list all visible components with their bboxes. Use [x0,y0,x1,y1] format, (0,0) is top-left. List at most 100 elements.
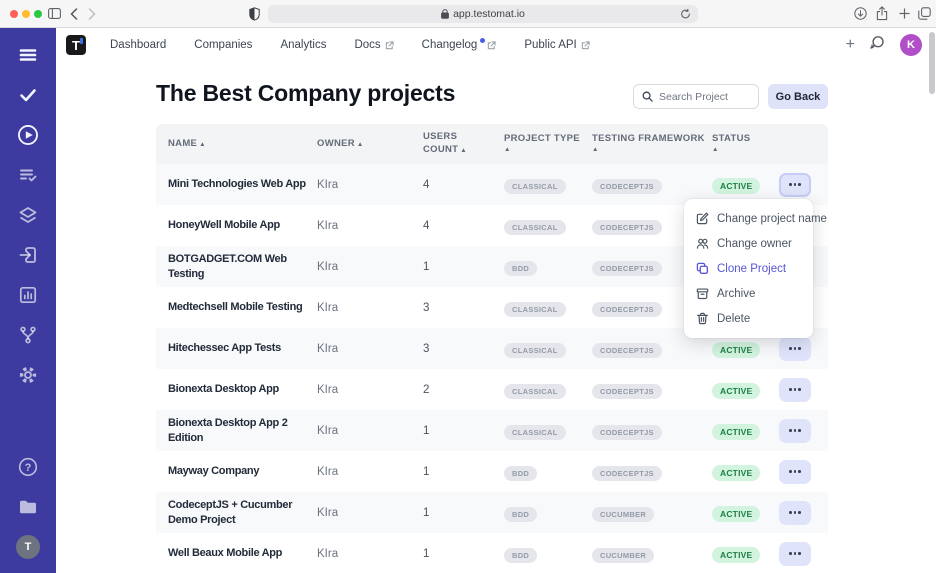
project-type-badge: CLASSICAL [504,179,566,194]
svg-text:?: ? [25,462,32,474]
menu-item-change-owner[interactable]: Change owner [684,231,813,256]
project-name[interactable]: HoneyWell Mobile App [168,218,317,233]
tasks-check-icon[interactable] [16,83,40,107]
copy-icon [696,262,709,275]
import-icon[interactable] [16,243,40,267]
projects-folder-icon[interactable] [16,495,40,519]
row-actions-button[interactable] [779,460,811,484]
status-badge: ACTIVE [712,465,760,481]
nav-dashboard[interactable]: Dashboard [110,39,166,51]
downloads-icon[interactable] [854,7,867,20]
nav-docs[interactable]: Docs [354,39,393,51]
go-back-button[interactable]: Go Back [768,84,828,109]
search-box [633,84,759,109]
project-users-count: 4 [423,220,504,232]
tab-overview-icon[interactable] [918,7,931,20]
menu-item-archive[interactable]: Archive [684,281,813,306]
notification-dot [480,38,485,43]
table-row: Bionexta Desktop App 2 Edition KIra 1 CL… [156,410,828,451]
row-actions-button[interactable] [779,173,811,197]
new-tab-icon[interactable] [899,8,910,19]
row-actions-button[interactable] [779,542,811,566]
column-header-name[interactable]: NAME▲ [168,138,317,151]
status-badge: ACTIVE [712,506,760,522]
analytics-chart-icon[interactable] [16,283,40,307]
testing-framework-badge: CUCUMBER [592,548,654,563]
settings-gear-icon[interactable] [16,363,40,387]
branch-icon[interactable] [16,323,40,347]
project-name[interactable]: Hitechessec App Tests [168,341,317,356]
column-header-users-count[interactable]: USERS COUNT▲ [423,131,473,157]
menu-item-change-project-name[interactable]: Change project name [684,206,813,231]
privacy-shield-icon[interactable] [249,7,260,21]
test-plan-icon[interactable] [16,163,40,187]
sort-asc-icon: ▲ [712,146,779,155]
sidebar-toggle-icon[interactable] [48,8,61,19]
menu-item-delete[interactable]: Delete [684,306,813,331]
column-header-status[interactable]: STATUS▲ [712,133,779,155]
testing-framework-badge: CODECEPTJS [592,302,662,317]
sort-asc-icon: ▲ [592,146,712,155]
project-name[interactable]: Bionexta Desktop App [168,382,317,397]
project-users-count: 4 [423,179,504,191]
project-name[interactable]: Bionexta Desktop App 2 Edition [168,416,317,446]
row-actions-button[interactable] [779,378,811,402]
row-actions-button[interactable] [779,337,811,361]
forward-icon[interactable] [88,8,96,20]
menu-icon[interactable] [16,43,40,67]
project-name[interactable]: Medtechsell Mobile Testing [168,300,317,315]
column-header-testing-framework[interactable]: TESTING FRAMEWORK▲ [592,133,712,155]
status-badge: ACTIVE [712,424,760,440]
project-type-badge: BDD [504,507,537,522]
address-bar[interactable]: app.testomat.io [268,5,698,23]
project-name[interactable]: Mayway Company [168,464,317,479]
nav-companies[interactable]: Companies [194,39,252,51]
search-input[interactable] [659,91,750,103]
refresh-icon[interactable] [680,8,691,23]
project-owner: KIra [317,261,423,273]
user-avatar[interactable]: K [900,34,922,56]
users-icon [696,237,709,250]
nav-public-api[interactable]: Public API [524,39,589,51]
testing-framework-badge: CODECEPTJS [592,384,662,399]
project-type-badge: CLASSICAL [504,220,566,235]
nav-changelog[interactable]: Changelog [422,39,497,51]
row-actions-button[interactable] [779,419,811,443]
page-scrollbar[interactable] [929,32,935,94]
archive-icon [696,287,709,300]
sort-asc-icon: ▲ [357,141,364,148]
project-users-count: 1 [423,425,504,437]
table-row: CodeceptJS + Cucumber Demo Project KIra … [156,492,828,533]
sort-asc-icon: ▲ [504,146,592,155]
external-link-icon [487,41,496,50]
share-icon[interactable] [876,6,888,21]
project-name[interactable]: Well Beaux Mobile App [168,546,317,561]
column-header-project-type[interactable]: PROJECT TYPE▲ [504,133,592,155]
back-icon[interactable] [70,8,78,20]
support-chat-icon[interactable] [870,35,885,55]
testomat-logo[interactable]: T [66,35,86,55]
row-actions-button[interactable] [779,501,811,525]
add-button[interactable]: + [846,37,855,53]
traffic-lights[interactable] [10,10,42,18]
workspace-avatar[interactable]: T [16,535,40,559]
project-name[interactable]: Mini Technologies Web App [168,177,317,192]
project-users-count: 1 [423,507,504,519]
zoom-window-icon[interactable] [34,10,42,18]
project-owner: KIra [317,220,423,232]
menu-item-clone-project[interactable]: Clone Project [684,256,813,281]
project-type-badge: BDD [504,466,537,481]
column-header-owner[interactable]: OWNER▲ [317,138,423,151]
help-icon[interactable]: ? [16,455,40,479]
external-link-icon [385,41,394,50]
project-type-badge: CLASSICAL [504,384,566,399]
project-name[interactable]: BOTGADGET.COM Web Testing [168,252,317,282]
status-badge: ACTIVE [712,342,760,358]
lock-icon [441,9,449,19]
layers-icon[interactable] [16,203,40,227]
minimize-window-icon[interactable] [22,10,30,18]
project-name[interactable]: CodeceptJS + Cucumber Demo Project [168,498,317,528]
nav-analytics[interactable]: Analytics [280,39,326,51]
close-window-icon[interactable] [10,10,18,18]
run-play-icon[interactable] [16,123,40,147]
